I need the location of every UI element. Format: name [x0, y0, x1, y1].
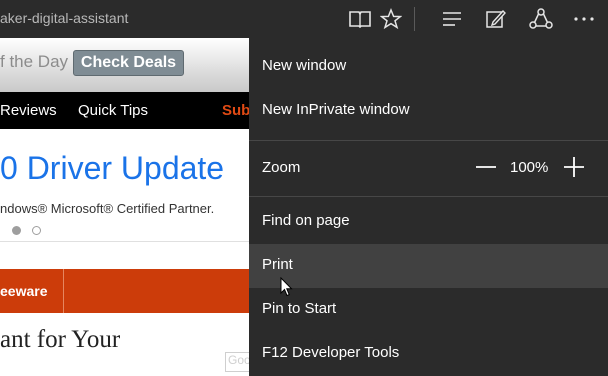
more-icon[interactable]	[570, 5, 598, 33]
minus-icon	[476, 166, 496, 168]
zoom-row: Zoom 100%	[249, 145, 608, 191]
menu-item-pin-to-start[interactable]: Pin to Start	[249, 288, 608, 332]
category-freeware-link[interactable]: eeware	[0, 283, 47, 299]
category-separator	[63, 269, 64, 313]
zoom-in-button[interactable]	[562, 155, 586, 179]
zoom-out-button[interactable]	[474, 155, 498, 179]
divider	[0, 241, 249, 242]
google-badge: Goo	[225, 352, 249, 372]
check-deals-button[interactable]: Check Deals	[73, 50, 184, 76]
article-heading[interactable]: ant for Your	[0, 326, 120, 354]
menu-separator	[249, 140, 608, 141]
menu-item-label: Pin to Start	[262, 300, 337, 317]
reading-view-icon[interactable]	[346, 5, 374, 33]
address-bar-text[interactable]: aker-digital-assistant	[0, 10, 128, 26]
mouse-cursor-icon	[280, 276, 294, 302]
zoom-label: Zoom	[262, 159, 301, 176]
menu-item-label: New window	[262, 57, 347, 74]
web-note-icon[interactable]	[482, 5, 510, 33]
menu-separator	[249, 196, 608, 197]
menu-item-label: Print	[262, 256, 293, 273]
more-actions-menu: New window New InPrivate window Zoom 100…	[249, 38, 608, 376]
browser-toolbar: aker-digital-assistant	[0, 0, 608, 38]
share-icon[interactable]	[527, 5, 555, 33]
ad-headline[interactable]: 0 Driver Update	[0, 150, 224, 187]
menu-item-find-on-page[interactable]: Find on page	[249, 200, 608, 244]
nav-subscribe-link[interactable]: Sub	[222, 102, 249, 119]
category-bar: eeware	[0, 269, 249, 313]
menu-item-new-window[interactable]: New window	[249, 45, 608, 89]
menu-item-print[interactable]: Print	[249, 244, 608, 288]
nav-quick-tips-link[interactable]: Quick Tips	[78, 102, 148, 119]
nav-reviews-link[interactable]: Reviews	[0, 102, 57, 119]
carousel-dot-active[interactable]	[12, 226, 21, 235]
favorite-star-icon[interactable]	[377, 5, 405, 33]
toolbar-separator	[414, 7, 415, 31]
deals-banner: f the Day Check Deals	[0, 38, 249, 92]
menu-item-label: F12 Developer Tools	[262, 344, 400, 361]
menu-item-label: New InPrivate window	[262, 101, 410, 118]
menu-item-label: Find on page	[262, 212, 350, 229]
zoom-level: 100%	[510, 159, 549, 176]
web-page-content: f the Day Check Deals Reviews Quick Tips…	[0, 38, 249, 376]
menu-item-f12-developer-tools[interactable]: F12 Developer Tools	[249, 332, 608, 376]
plus-icon	[564, 157, 584, 177]
ad-subtitle: ndows® Microsoft® Certified Partner.	[0, 201, 215, 216]
carousel-dot[interactable]	[32, 226, 41, 235]
site-navbar: Reviews Quick Tips Sub	[0, 92, 249, 129]
deals-text: f the Day	[0, 52, 69, 71]
hub-icon[interactable]	[438, 5, 466, 33]
menu-item-new-inprivate-window[interactable]: New InPrivate window	[249, 89, 608, 133]
